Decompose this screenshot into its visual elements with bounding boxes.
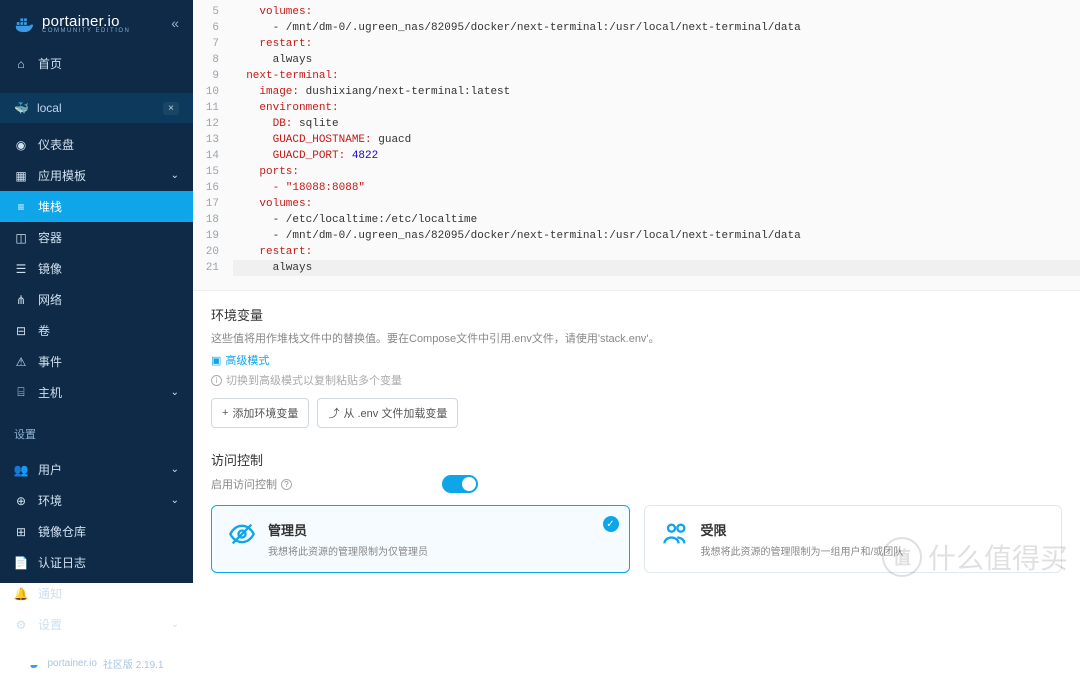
layers-icon: ≡ [14, 200, 28, 214]
gauge-icon: ◉ [14, 138, 28, 152]
nav-label: 卷 [38, 322, 50, 339]
nav-label: 环境 [38, 492, 62, 509]
plus-icon: + [222, 407, 228, 419]
monitor-icon: ⌸ [14, 386, 28, 400]
nav-home[interactable]: ⌂ 首页 [0, 48, 193, 79]
nav-item-事件[interactable]: ⚠ 事件 [0, 346, 193, 377]
bell-icon: 🔔 [14, 587, 28, 601]
environment-header[interactable]: 🐳 local × [0, 93, 193, 123]
add-env-var-button[interactable]: + 添加环境变量 [211, 398, 309, 428]
nav-label: 仪表盘 [38, 136, 74, 153]
whale-icon [14, 12, 36, 34]
chevron-down-icon: ⌄ [171, 387, 179, 398]
db-icon: ⊟ [14, 324, 28, 338]
nav-label: 应用模板 [38, 167, 86, 184]
terminal-icon: ▣ [211, 354, 221, 367]
nav-item-容器[interactable]: ◫ 容器 [0, 222, 193, 253]
cube-icon: ◫ [14, 231, 28, 245]
eye-off-icon [228, 520, 256, 548]
chevron-down-icon: ⌄ [171, 170, 179, 181]
nav-label: 事件 [38, 353, 62, 370]
nav-item-网络[interactable]: ⋔ 网络 [0, 284, 193, 315]
file-icon: 📄 [14, 556, 28, 570]
grid-icon: ▦ [14, 169, 28, 183]
enable-access-label: 启用访问控制 ? [211, 476, 292, 492]
settings-section-header: 设置 [0, 414, 193, 448]
section-title: 环境变量 [211, 305, 1062, 324]
footer-brand: portainer.io [47, 658, 96, 669]
upload-icon: ⤴ [328, 405, 339, 421]
home-icon: ⌂ [14, 57, 28, 71]
sidebar: portainer.io COMMUNITY EDITION « ⌂ 首页 🐳 … [0, 0, 193, 583]
access-toggle[interactable] [442, 475, 478, 493]
collapse-sidebar-button[interactable]: « [171, 15, 179, 31]
gear-icon: ⚙ [14, 618, 28, 632]
check-icon: ✓ [603, 516, 619, 532]
sidebar-footer: portainer.io 社区版 2.19.1 [0, 646, 193, 681]
nav-label: 镜像仓库 [38, 523, 86, 540]
yaml-editor[interactable]: 5 volumes:6 - /mnt/dm-0/.ugreen_nas/8209… [193, 0, 1080, 291]
section-title: 访问控制 [211, 450, 1062, 469]
card-desc: 我想将此资源的管理限制为仅管理员 [268, 543, 613, 558]
nav-label: 通知 [38, 585, 62, 602]
info-icon: i [211, 375, 222, 386]
section-desc: 这些值将用作堆栈文件中的替换值。要在Compose文件中引用.env文件，请使用… [211, 330, 1062, 346]
nav-label: 网络 [38, 291, 62, 308]
env-vars-section: 环境变量 这些值将用作堆栈文件中的替换值。要在Compose文件中引用.env文… [193, 291, 1080, 436]
nav-label: 首页 [38, 55, 62, 72]
nav-item-仪表盘[interactable]: ◉ 仪表盘 [0, 129, 193, 160]
nav-label: 镜像 [38, 260, 62, 277]
nav-item-主机[interactable]: ⌸ 主机 ⌄ [0, 377, 193, 408]
card-title: 管理员 [268, 520, 613, 539]
access-card-admin[interactable]: 管理员我想将此资源的管理限制为仅管理员 ✓ [211, 505, 630, 573]
hint-text: i 切换到高级模式以复制粘贴多个变量 [211, 372, 1062, 388]
advanced-mode-link[interactable]: ▣ 高级模式 [211, 352, 1062, 368]
globe-icon: ⊕ [14, 494, 28, 508]
nav-item-环境[interactable]: ⊕ 环境 ⌄ [0, 485, 193, 516]
nav-item-设置[interactable]: ⚙ 设置 ⌄ [0, 609, 193, 640]
close-env-button[interactable]: × [163, 102, 179, 115]
help-icon[interactable]: ? [281, 479, 292, 490]
nav-item-应用模板[interactable]: ▦ 应用模板 ⌄ [0, 160, 193, 191]
nav-label: 堆栈 [38, 198, 62, 215]
nav-item-用户[interactable]: 👥 用户 ⌄ [0, 454, 193, 485]
nav-label: 设置 [38, 616, 62, 633]
alert-icon: ⚠ [14, 355, 28, 369]
nav-item-镜像[interactable]: ☰ 镜像 [0, 253, 193, 284]
nav-label: 主机 [38, 384, 62, 401]
whale-icon-small [29, 658, 41, 670]
chevron-down-icon: ⌄ [171, 495, 179, 506]
logo-edition: COMMUNITY EDITION [42, 28, 130, 34]
load-env-file-button[interactable]: ⤴ 从 .env 文件加载变量 [317, 398, 458, 428]
docker-icon: 🐳 [14, 101, 29, 115]
logo-area: portainer.io COMMUNITY EDITION « [0, 0, 193, 42]
nav-label: 用户 [38, 461, 62, 478]
chevron-down-icon: ⌄ [171, 464, 179, 475]
watermark: 值 什么值得买 [882, 537, 1068, 577]
nav-label: 容器 [38, 229, 62, 246]
nav-item-镜像仓库[interactable]: ⊞ 镜像仓库 [0, 516, 193, 547]
nav-item-堆栈[interactable]: ≡ 堆栈 [0, 191, 193, 222]
main-content: 5 volumes:6 - /mnt/dm-0/.ugreen_nas/8209… [193, 0, 1080, 583]
nav-label: 认证日志 [38, 554, 86, 571]
users-icon: 👥 [14, 463, 28, 477]
nav-item-认证日志[interactable]: 📄 认证日志 [0, 547, 193, 578]
users-icon [661, 520, 689, 548]
list-icon: ☰ [14, 262, 28, 276]
registry-icon: ⊞ [14, 525, 28, 539]
env-name: local [37, 101, 62, 115]
watermark-text: 什么值得买 [928, 537, 1068, 577]
nav-item-卷[interactable]: ⊟卷 [0, 315, 193, 346]
logo-brand: portainer.io [42, 13, 130, 30]
chevron-down-icon: ⌄ [171, 619, 179, 630]
share-icon: ⋔ [14, 293, 28, 307]
watermark-badge: 值 [882, 537, 922, 577]
footer-version: 社区版 2.19.1 [103, 656, 164, 671]
